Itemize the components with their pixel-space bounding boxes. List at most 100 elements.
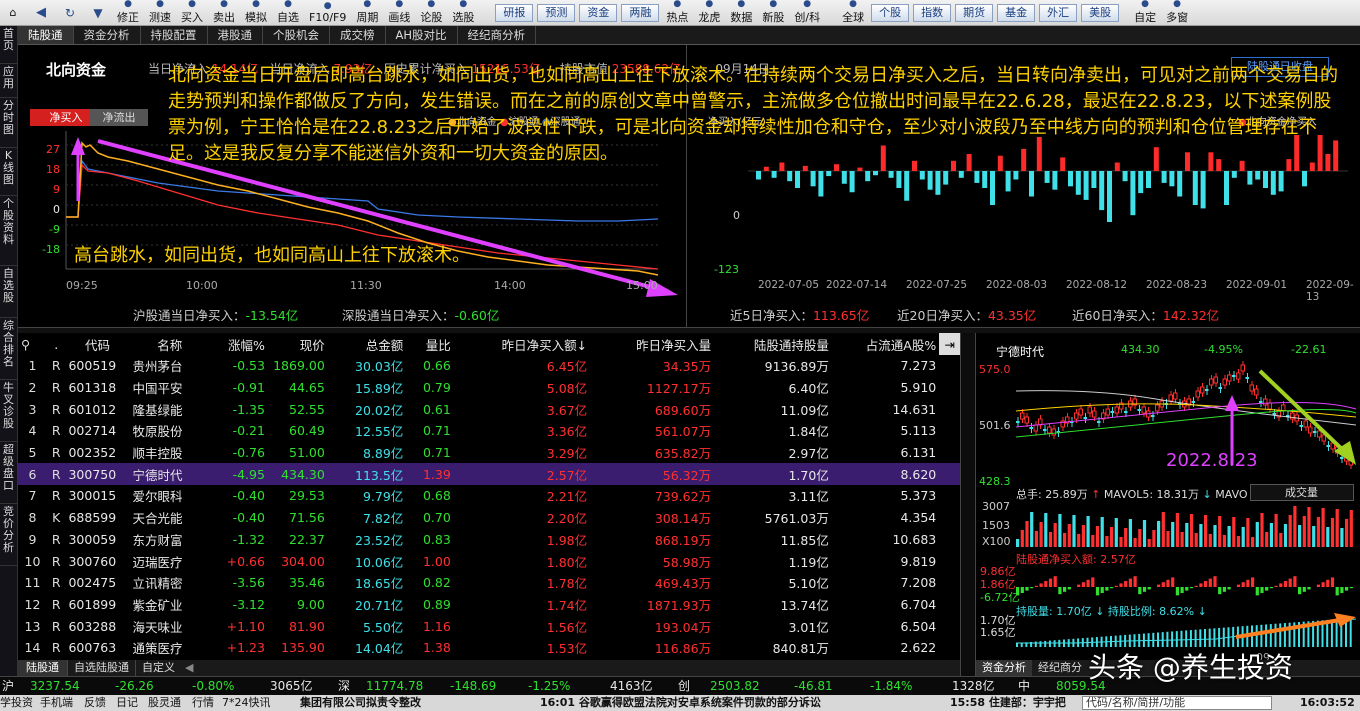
sidebar-ranking[interactable]: 综合排名 [0, 318, 17, 380]
tab-1[interactable]: 资金分析 [74, 26, 141, 44]
sidebar-diagnose[interactable]: 牛叉诊股 [0, 380, 17, 442]
btn-feedback[interactable]: 反馈 [84, 695, 106, 711]
tab-5[interactable]: 成交榜 [330, 26, 386, 44]
tb-6[interactable]: ● F10/F9 [304, 1, 351, 25]
tb-end0[interactable]: ● 自定 [1129, 0, 1161, 25]
search-icon[interactable]: ⚲ [18, 333, 47, 355]
table-row[interactable]: 12 R 601899 紫金矿业 -3.12 9.00 20.71亿 0.89 1.74亿 187… [18, 594, 960, 616]
cell: +0.66 [226, 553, 265, 569]
sidebar-watchlist[interactable]: 自选股 [0, 266, 17, 318]
sidebar-orderbook[interactable]: 超级盘口 [0, 442, 17, 504]
back-button[interactable]: ⌂ [0, 1, 26, 25]
table-row[interactable]: 2 R 601318 中国平安 -0.91 44.65 15.89亿 0.79 5.08亿 112… [18, 377, 960, 399]
sidebar-auction[interactable]: 竞价分析 [0, 504, 17, 566]
tb-9[interactable]: ● 论股 [415, 0, 447, 25]
table-row[interactable]: 4 R 002714 牧原股份 -0.21 60.49 12.55亿 0.71 3.36亿 561… [18, 420, 960, 442]
table-row[interactable]: 6 R 300750 宁德时代 -4.95 434.30 113.5亿 1.39 2.57亿 56… [18, 463, 960, 486]
tb-0[interactable]: ● 修正 [112, 0, 144, 25]
tab-3[interactable]: 港股通 [208, 26, 263, 44]
down-button[interactable]: ▼ [84, 1, 112, 25]
stab-0[interactable]: 资金分析 [976, 660, 1032, 676]
table-row[interactable]: 14 R 600763 通策医疗 +1.23 135.90 14.04亿 1.38 1.53亿 1… [18, 637, 960, 659]
expand-icon[interactable]: ⇥ [939, 333, 960, 355]
search-input[interactable]: 代码/名称/简拼/功能 [1082, 696, 1272, 710]
tbb-1[interactable]: 预测 [537, 3, 576, 22]
indicator-select[interactable]: 成交量 [1250, 484, 1354, 501]
tb-5[interactable]: ● 自选 [272, 0, 304, 25]
table-row[interactable]: 3 R 601012 隆基绿能 -1.35 52.55 20.02亿 0.61 3.67亿 689… [18, 398, 960, 420]
col-amount[interactable]: 总金额 [328, 333, 407, 355]
btab-0[interactable]: 陆股通 [18, 660, 67, 676]
table-row[interactable]: 13 R 603288 海天味业 +1.10 81.90 5.50亿 1.16 1.56亿 193… [18, 615, 960, 637]
tb-4[interactable]: ● 模拟 [240, 0, 272, 25]
btab-1[interactable]: 自选陆股通 [67, 660, 135, 676]
tb-r4[interactable]: ● 创/科 [789, 0, 825, 25]
tb-r3[interactable]: ● 新股 [757, 0, 789, 25]
col-pct[interactable]: 涨幅% [210, 333, 268, 355]
tb-r1[interactable]: ● 龙虎 [693, 0, 725, 25]
tb-2[interactable]: ● 买入 [176, 0, 208, 25]
tbb2-2[interactable]: 期货 [955, 3, 994, 22]
scroll-left[interactable]: ◀ [181, 660, 197, 676]
table-row[interactable]: 8 K 688599 天合光能 -0.40 71.56 7.82亿 0.70 2.20亿 308.… [18, 507, 960, 529]
col-holding[interactable]: 陆股通持股量 [714, 333, 832, 355]
stab-1[interactable]: 经纪商分 [1032, 660, 1088, 676]
btn-quote[interactable]: 行情 [192, 695, 214, 711]
col-netbuy-vol[interactable]: 昨日净买入量 [590, 333, 714, 355]
tb-7[interactable]: ● 周期 [351, 0, 383, 25]
refresh-button[interactable]: ↻ [56, 1, 84, 25]
col-price[interactable]: 现价 [268, 333, 328, 355]
sidebar-home[interactable]: 首页 [0, 26, 17, 64]
cell: 113.5亿 [355, 467, 404, 483]
sidebar-timeline[interactable]: 分时图 [0, 98, 17, 148]
tbb2-0[interactable]: 个股 [871, 3, 910, 22]
tab-2[interactable]: 持股配置 [141, 26, 208, 44]
table-row[interactable]: 5 R 002352 顺丰控股 -0.76 51.00 8.89亿 0.71 3.29亿 635.… [18, 442, 960, 464]
btn-diary[interactable]: 日记 [116, 695, 138, 711]
tbb2-3[interactable]: 基金 [997, 3, 1036, 22]
tab-6[interactable]: AH股对比 [386, 26, 458, 44]
col-code[interactable]: 代码 [65, 333, 129, 355]
sidebar-profile[interactable]: 个股资料 [0, 196, 17, 266]
tb-10[interactable]: ● 选股 [447, 0, 479, 25]
table-row[interactable]: 1 R 600519 贵州茅台 -0.53 1869.00 30.03亿 0.66 6.45亿 3… [18, 355, 960, 377]
btab-2[interactable]: 自定义 [135, 660, 181, 676]
tbb2-4[interactable]: 外汇 [1039, 3, 1078, 22]
tb-1[interactable]: ● 测速 [144, 0, 176, 25]
sort-down-icon: ↓ [576, 337, 588, 353]
tb-8[interactable]: ● 画线 [383, 0, 415, 25]
tab-4[interactable]: 个股机会 [263, 26, 330, 44]
news-2[interactable]: 16:01 谷歌赢得欧盟法院对安卓系统案件罚款的部分诉讼 [540, 695, 821, 711]
news-3[interactable]: 15:58 住建部：宇宇把 [950, 695, 1066, 711]
table-row[interactable]: 7 R 300015 爱尔眼科 -0.40 29.53 9.79亿 0.68 2.21亿 739.… [18, 485, 960, 507]
tb-3[interactable]: ● 卖出 [208, 0, 240, 25]
table-row[interactable]: 11 R 002475 立讯精密 -3.56 35.46 18.65亿 0.82 1.78亿 46… [18, 572, 960, 594]
table-row[interactable]: 9 R 300059 东方财富 -1.32 22.37 23.52亿 0.83 1.98亿 868… [18, 529, 960, 551]
col-netbuy-amt[interactable]: 昨日净买入额↓ [454, 333, 590, 355]
sidebar-kline[interactable]: K线图 [0, 148, 17, 196]
tbb-2[interactable]: 资金 [579, 3, 618, 22]
btn-news[interactable]: 7*24快讯 [222, 695, 271, 711]
tb-r5[interactable]: ● 全球 [837, 0, 869, 25]
col-name[interactable]: 名称 [130, 333, 211, 355]
tbb-0[interactable]: 研报 [495, 3, 534, 22]
tbb2-1[interactable]: 指数 [913, 3, 952, 22]
btn-lingtong[interactable]: 股灵通 [148, 695, 181, 711]
tbb2-5[interactable]: 美股 [1081, 3, 1120, 22]
btn-mobile[interactable]: 手机端 [40, 695, 73, 711]
col-vr[interactable]: 量比 [406, 333, 454, 355]
sidebar-app[interactable]: 应用 [0, 64, 17, 98]
scrollbar[interactable] [960, 333, 976, 676]
col-ratio[interactable]: 占流通A股% [832, 333, 939, 355]
tb-r2[interactable]: ● 数据 [725, 0, 757, 25]
toggle-net-out[interactable]: 净流出 [90, 109, 148, 126]
left-arrow-button[interactable]: ◀ [26, 1, 56, 25]
tbb-3[interactable]: 两融 [621, 3, 660, 22]
tab-7[interactable]: 经纪商分析 [458, 26, 537, 44]
btn-learn[interactable]: 学投资 [0, 695, 33, 711]
tb-end1[interactable]: ● 多窗 [1161, 0, 1193, 25]
tb-r0[interactable]: ● 热点 [661, 0, 693, 25]
table-row[interactable]: 10 R 300760 迈瑞医疗 +0.66 304.00 10.06亿 1.00 1.80亿 5… [18, 550, 960, 572]
news-1[interactable]: 集团有限公司拟责令整改 [300, 695, 421, 711]
tab-0[interactable]: 陆股通 [18, 26, 74, 44]
